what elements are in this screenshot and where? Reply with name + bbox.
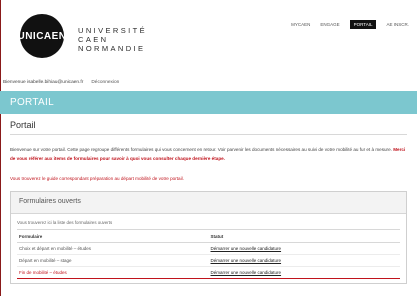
topnav-item-portail[interactable]: PORTAIL (349, 20, 377, 29)
start-application-link[interactable]: Démarrer une nouvelle candidature (211, 258, 282, 263)
top-navigation: MYCAEN ENGAGE PORTAIL AE INSCR. (291, 20, 409, 29)
topnav-item-mycaen[interactable]: MYCAEN (291, 22, 310, 27)
main-content: Portail Bienvenue sur votre portail. Cet… (10, 120, 407, 284)
university-name-line-2: CAEN (78, 35, 109, 44)
intro-text: Bienvenue sur votre portail. Cette page … (10, 147, 392, 152)
banner-title: PORTAIL (10, 97, 54, 108)
table-row: Choix et départ en mobilité – études Dém… (17, 242, 400, 255)
section-banner: PORTAIL (0, 91, 417, 114)
table-row: Fin de mobilité – études Démarrer une no… (17, 266, 400, 279)
column-header-statut: Statut (208, 229, 400, 243)
status-cell: Démarrer une nouvelle candidature (208, 254, 400, 267)
page-title: Portail (10, 120, 407, 135)
intro-paragraph: Bienvenue sur votre portail. Cette page … (10, 145, 407, 163)
form-name: Fin de mobilité – études (17, 266, 209, 279)
forms-panel-subtitle: Vous trouverez ici la liste des formulai… (17, 220, 113, 225)
user-bar: Bienvenue isabelle.bihiau@unicaen.fr Déc… (3, 80, 119, 85)
user-greeting: Bienvenue isabelle.bihiau@unicaen.fr (3, 80, 84, 85)
university-name-line-1: UNIVERSITÉ (78, 26, 148, 35)
forms-table: Formulaire Statut Choix et départ en mob… (17, 229, 400, 279)
unicaen-logo[interactable]: UNICAEN (17, 14, 67, 58)
column-header-formulaire: Formulaire (17, 229, 209, 243)
start-application-link[interactable]: Démarrer une nouvelle candidature (211, 246, 282, 251)
university-name-line-3: NORMANDIE (78, 44, 146, 53)
forms-panel-title: Formulaires ouverts (11, 192, 406, 214)
forms-panel-body: Vous trouverez ici la liste des formulai… (11, 214, 406, 283)
guide-notice[interactable]: Vous trouverez le guide correspondant pr… (10, 176, 407, 181)
site-header: UNICAEN UNIVERSITÉ CAEN NORMANDIE MYCAEN… (0, 0, 417, 74)
status-cell: Démarrer une nouvelle candidature (208, 242, 400, 255)
forms-panel: Formulaires ouverts Vous trouverez ici l… (10, 191, 407, 284)
logout-link[interactable]: Déconnexion (91, 80, 119, 85)
topnav-item-ae-inscr[interactable]: AE INSCR. (386, 22, 409, 27)
form-name: Départ en mobilité – stage (17, 254, 209, 267)
start-application-link[interactable]: Démarrer une nouvelle candidature (211, 270, 282, 275)
logo-mark: UNICAEN (17, 30, 67, 42)
forms-table-header: Formulaire Statut (17, 229, 400, 243)
university-name: UNIVERSITÉ CAEN NORMANDIE (78, 26, 147, 53)
topnav-item-engage[interactable]: ENGAGE (320, 22, 339, 27)
form-name: Choix et départ en mobilité – études (17, 242, 209, 255)
table-row: Départ en mobilité – stage Démarrer une … (17, 254, 400, 267)
status-cell: Démarrer une nouvelle candidature (208, 266, 400, 279)
